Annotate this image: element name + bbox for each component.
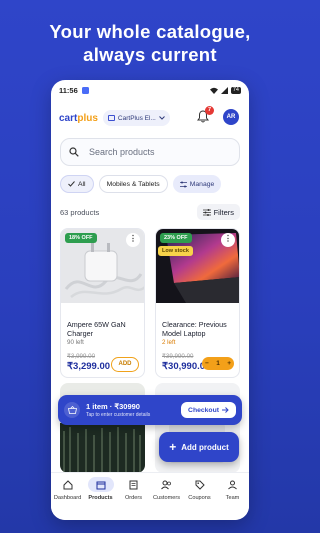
product-card[interactable]: 18% OFF ⋮ Ampere 65W GaN Charger 90 left… <box>60 228 145 378</box>
box-icon <box>96 481 105 489</box>
store-name: CartPlus El... <box>117 114 156 122</box>
category-filter-chips: All Mobiles & Tablets Manage <box>60 175 222 193</box>
checkout-bar[interactable]: 1 item · ₹30990 Tap to enter customer de… <box>58 395 242 425</box>
chip-manage[interactable]: Manage <box>172 175 222 193</box>
cart-hint: Tap to enter customer details <box>86 412 151 418</box>
search-icon <box>69 147 79 157</box>
nav-label: Team <box>225 495 240 501</box>
chip-label: All <box>78 180 86 188</box>
checkout-button[interactable]: Checkout <box>181 402 236 418</box>
store-selector[interactable]: CartPlus El... <box>102 110 170 126</box>
promo-line-2: always current <box>83 44 217 65</box>
chip-label: Manage <box>189 180 215 188</box>
search-bar <box>60 138 240 166</box>
add-to-cart-button[interactable]: ADD <box>111 357 139 372</box>
list-header: 63 products Filters <box>60 204 240 220</box>
nav-customers[interactable]: Customers <box>151 477 183 501</box>
sliders-icon <box>179 181 187 187</box>
phone-screen: 11:56 74 cartplus CartPlus El... 7 AR Al… <box>51 80 249 520</box>
nav-dashboard[interactable]: Dashboard <box>52 477 84 501</box>
plus-icon: + <box>169 440 177 454</box>
nav-label: Customers <box>152 495 181 501</box>
nav-label: Dashboard <box>53 495 82 501</box>
promo-headline: Your whole catalogue, always current <box>0 20 300 66</box>
battery-icon: 74 <box>230 86 241 94</box>
app-logo: cartplus <box>59 112 98 124</box>
cart-summary: 1 item · ₹30990 <box>86 402 140 411</box>
app-bar: cartplus CartPlus El... 7 AR <box>51 104 249 132</box>
nav-orders[interactable]: Orders <box>118 477 150 501</box>
product-count: 63 products <box>60 207 100 217</box>
product-name: Ampere 65W GaN Charger <box>67 320 126 338</box>
signal-icon <box>220 86 228 94</box>
arrow-right-icon <box>222 407 229 413</box>
nav-label: Coupons <box>188 495 211 501</box>
discount-badge: 18% OFF <box>65 233 97 243</box>
increment-button[interactable]: + <box>227 360 231 367</box>
nav-products[interactable]: Products <box>85 477 117 501</box>
discount-badge: 23% OFF <box>160 233 192 243</box>
filter-icon <box>202 208 211 216</box>
notifications-button[interactable]: 7 <box>197 106 214 124</box>
stock-level: 90 left <box>67 339 84 346</box>
users-icon <box>161 480 171 489</box>
team-icon <box>228 480 237 489</box>
bottom-navigation: Dashboard Products Orders Customers Coup… <box>51 472 249 520</box>
stock-level: 2 left <box>162 339 176 346</box>
chevron-down-icon <box>159 116 165 120</box>
receipt-icon <box>129 480 138 489</box>
chip-all[interactable]: All <box>60 175 94 193</box>
product-price: ₹3,299.00 <box>67 361 111 372</box>
status-bar: 11:56 74 <box>51 80 249 100</box>
check-icon <box>68 181 75 187</box>
nav-label: Orders <box>124 495 143 501</box>
app-notification-icon <box>81 86 89 94</box>
search-input[interactable] <box>89 147 229 157</box>
more-options-button[interactable]: ⋮ <box>221 233 235 247</box>
avatar[interactable]: AR <box>223 109 239 125</box>
product-name: Clearance: Previous Model Laptop <box>162 320 227 338</box>
chip-label: Mobiles & Tablets <box>106 180 160 188</box>
wifi-icon <box>209 87 218 94</box>
add-product-button[interactable]: + Add product <box>159 432 239 462</box>
home-icon <box>63 479 72 489</box>
more-options-button[interactable]: ⋮ <box>126 233 140 247</box>
nav-team[interactable]: Team <box>217 477 249 501</box>
chip-mobiles-tablets[interactable]: Mobiles & Tablets <box>98 175 168 193</box>
checkout-label: Checkout <box>188 406 219 414</box>
basket-icon <box>64 402 80 418</box>
tag-icon <box>195 480 205 490</box>
decrement-button[interactable]: − <box>205 360 209 367</box>
low-stock-badge: Low stock <box>158 246 193 256</box>
nav-coupons[interactable]: Coupons <box>184 477 216 501</box>
status-time: 11:56 <box>59 85 78 95</box>
filters-button[interactable]: Filters <box>196 204 240 220</box>
store-icon <box>107 115 115 121</box>
product-card[interactable]: 23% OFF Low stock ⋮ Clearance: Previous … <box>155 228 240 378</box>
quantity-stepper[interactable]: − 1 + <box>202 357 234 370</box>
filters-label: Filters <box>213 207 234 217</box>
product-mrp: ₹39,990.00 <box>162 353 194 360</box>
promo-line-1: Your whole catalogue, <box>49 21 251 42</box>
quantity-value: 1 <box>216 360 220 367</box>
notification-count-badge: 7 <box>205 106 214 115</box>
add-product-label: Add product <box>181 442 229 452</box>
nav-label: Products <box>88 495 113 501</box>
product-mrp: ₹3,999.00 <box>67 353 96 360</box>
